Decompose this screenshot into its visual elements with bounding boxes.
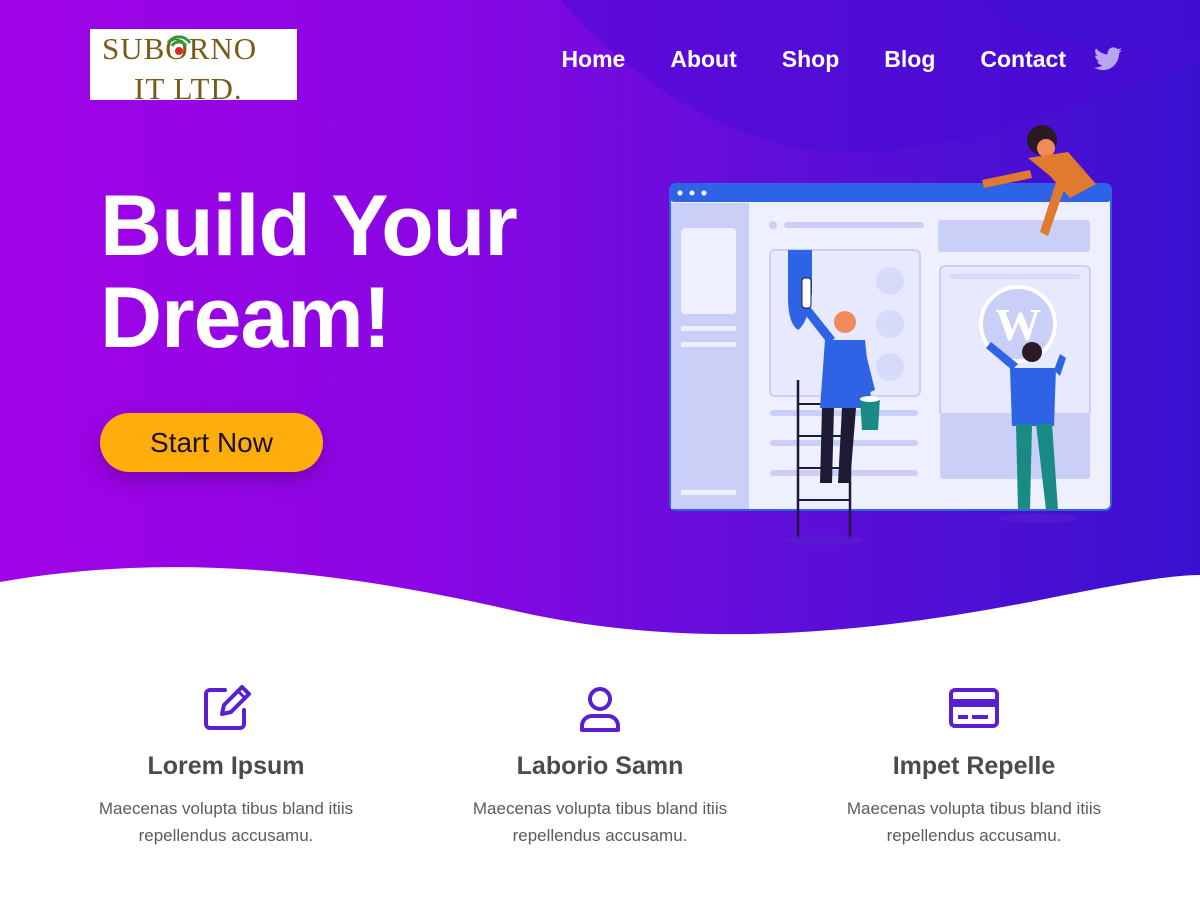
hero-section: SUBORNO IT LTD. Home About Shop Blog Con…	[0, 0, 1200, 640]
feature-card-3: Impet Repelle Maecenas volupta tibus bla…	[794, 680, 1154, 849]
twitter-icon[interactable]	[1094, 47, 1122, 71]
feature-title: Laborio Samn	[516, 752, 684, 780]
feature-title: Lorem Ipsum	[147, 752, 305, 780]
logo[interactable]: SUBORNO IT LTD.	[90, 29, 297, 100]
credit-card-icon	[949, 688, 999, 728]
website-builders-illustration: W	[669, 125, 1112, 545]
nav-contact[interactable]: Contact	[980, 44, 1066, 74]
start-now-button[interactable]: Start Now	[100, 413, 323, 472]
nav-shop[interactable]: Shop	[782, 44, 840, 74]
logo-text-line2: IT LTD.	[134, 71, 243, 100]
feature-description: Maecenas volupta tibus bland itiis repel…	[472, 799, 728, 845]
wifi-signal-icon	[166, 35, 192, 55]
feature-description: Maecenas volupta tibus bland itiis repel…	[846, 799, 1102, 845]
feature-card-2: Laborio Samn Maecenas volupta tibus blan…	[420, 680, 780, 849]
headline-line2: Dream!	[100, 270, 391, 366]
feature-card-1: Lorem Ipsum Maecenas volupta tibus bland…	[46, 680, 406, 849]
hero-headline: Build Your Dream!	[100, 180, 620, 364]
user-icon	[580, 687, 620, 732]
headline-line1: Build Your	[100, 178, 518, 274]
main-navigation: Home About Shop Blog Contact	[561, 44, 1122, 74]
nav-about[interactable]: About	[670, 44, 736, 74]
hero-wave-divider	[0, 567, 1200, 640]
nav-blog[interactable]: Blog	[884, 44, 935, 74]
edit-icon	[204, 685, 251, 730]
nav-home[interactable]: Home	[561, 44, 625, 74]
feature-title: Impet Repelle	[892, 752, 1056, 780]
logo-text-line1: SUBORNO	[102, 33, 292, 64]
feature-description: Maecenas volupta tibus bland itiis repel…	[98, 799, 354, 845]
